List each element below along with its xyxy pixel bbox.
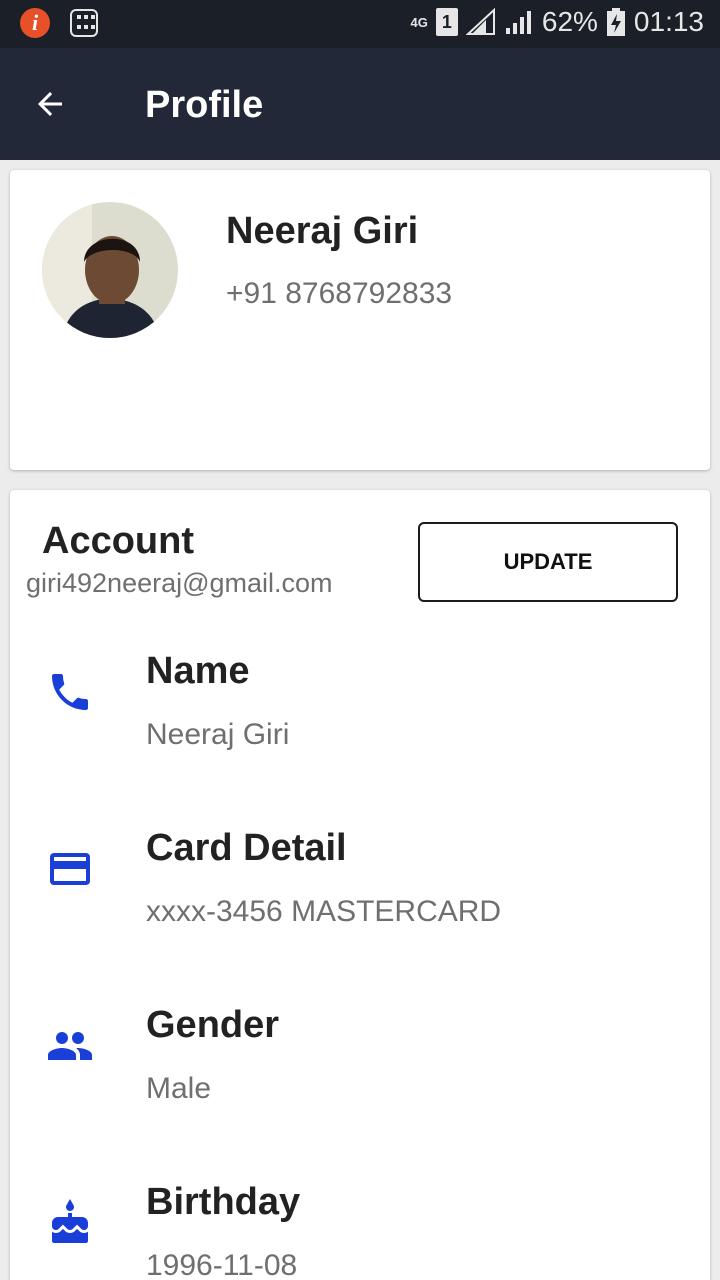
network-type: 4G	[410, 14, 428, 30]
credit-card-icon	[50, 853, 90, 885]
signal-icon-2	[505, 11, 531, 34]
battery-charging-icon	[606, 8, 625, 36]
field-row-card-detail[interactable]: Card Detail xxxx-3456 MASTERCARD	[10, 805, 710, 965]
app-bar: Profile	[0, 48, 720, 160]
page-title: Profile	[145, 84, 264, 126]
account-title: Account	[42, 520, 194, 562]
field-row-gender[interactable]: Gender Male	[10, 982, 710, 1142]
account-email: giri492neeraj@gmail.com	[26, 568, 333, 598]
profile-phone: +91 8768792833	[226, 277, 453, 310]
app-notification-icon: i	[20, 8, 50, 38]
update-button[interactable]: UPDATE	[418, 522, 678, 602]
arrow-back-icon	[38, 92, 62, 116]
phone-icon	[52, 674, 88, 710]
field-label: Gender	[146, 1004, 280, 1046]
avatar[interactable]	[42, 202, 178, 338]
people-icon	[48, 1032, 92, 1060]
field-value: xxxx-3456 MASTERCARD	[146, 895, 502, 928]
field-value: Neeraj Giri	[146, 718, 290, 751]
dialpad-notification-icon	[70, 9, 98, 37]
field-value: Male	[146, 1072, 212, 1105]
field-row-birthday[interactable]: Birthday 1996-11-08	[10, 1159, 710, 1280]
back-button[interactable]	[28, 82, 72, 126]
field-label: Name	[146, 650, 250, 692]
battery-percent: 62%	[541, 6, 598, 37]
profile-name: Neeraj Giri	[226, 210, 419, 252]
field-label: Birthday	[146, 1181, 301, 1223]
field-value: 1996-11-08	[146, 1249, 298, 1280]
field-label: Card Detail	[146, 827, 347, 869]
signal-icon	[465, 8, 495, 35]
status-bar: i 4G 1 62% 01:13	[0, 0, 720, 48]
clock: 01:13	[633, 6, 704, 37]
cake-icon	[52, 1199, 88, 1243]
account-card: Account giri492neeraj@gmail.com UPDATE N…	[10, 490, 710, 1280]
profile-card: Neeraj Giri +91 8768792833	[10, 170, 710, 470]
sim-indicator: 1	[435, 8, 458, 36]
field-row-name[interactable]: Name Neeraj Giri	[10, 628, 710, 788]
